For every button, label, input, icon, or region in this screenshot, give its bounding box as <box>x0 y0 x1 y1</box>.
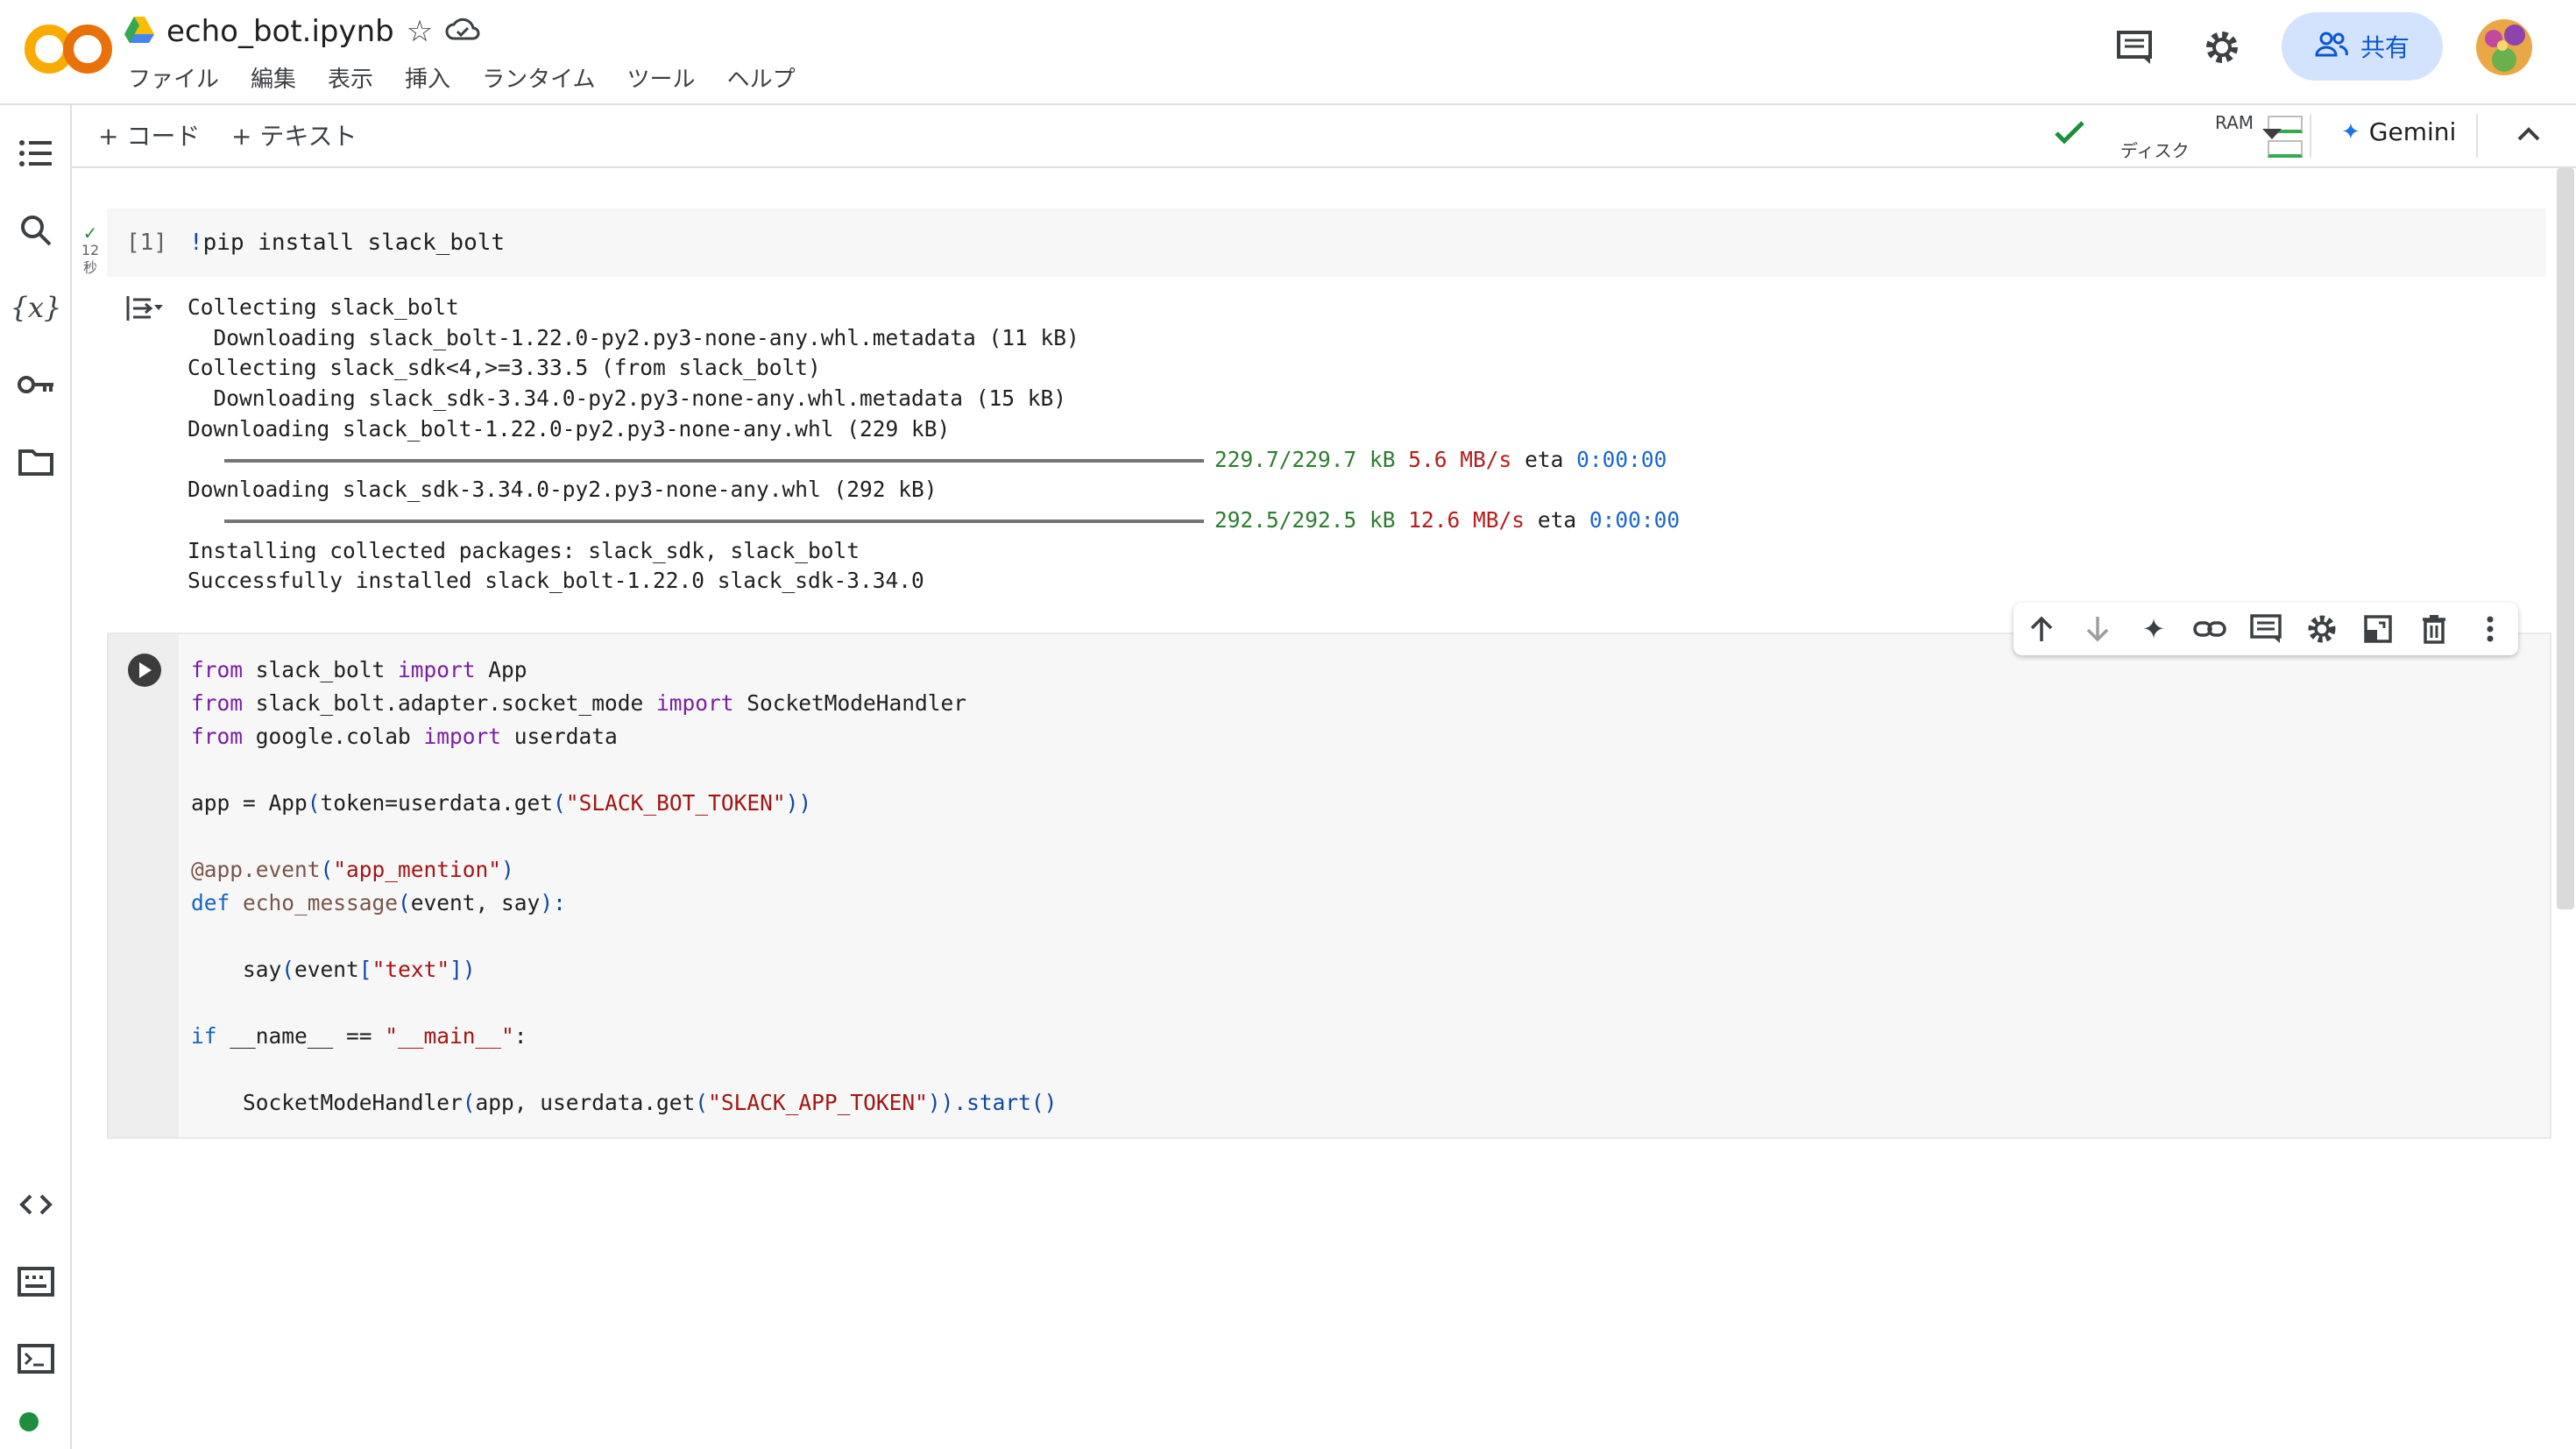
comment-icon[interactable] <box>2110 23 2159 72</box>
ram-label: RAM <box>2215 112 2254 133</box>
progress-speed: 5.6 MB/s <box>1408 446 1512 472</box>
exec-duration-value: 12 <box>81 242 100 258</box>
cloud-saved-icon[interactable] <box>445 18 480 46</box>
gemini-sparkle-icon: ✦ <box>2341 118 2360 145</box>
exec-duration-unit: 秒 <box>82 259 97 276</box>
add-code-cell-button[interactable]: + コード <box>98 117 200 152</box>
terminal-icon[interactable] <box>16 1339 56 1379</box>
vertical-scrollbar[interactable] <box>2557 168 2574 909</box>
code-cell-2[interactable]: from slack_bolt import App from slack_bo… <box>107 633 2551 1139</box>
output-line: Downloading slack_bolt-1.22.0-py2.py3-no… <box>188 324 1079 350</box>
progress-eta-label: eta <box>1525 446 1564 472</box>
comment-icon[interactable] <box>2248 611 2283 647</box>
variables-icon[interactable]: {x} <box>11 287 62 328</box>
cell2-code-editor[interactable]: from slack_bolt import App from slack_bo… <box>191 654 1057 1120</box>
cell1-output: Collecting slack_bolt Downloading slack_… <box>188 293 1680 597</box>
user-avatar[interactable] <box>2476 19 2532 75</box>
command-palette-icon[interactable] <box>16 1262 56 1302</box>
link-icon[interactable] <box>2192 611 2227 647</box>
folder-icon[interactable] <box>16 442 56 482</box>
gemini-label: Gemini <box>2368 117 2457 146</box>
progress-size: 229.7/229.7 kB <box>1214 446 1396 472</box>
runtime-connected-indicator <box>19 1412 39 1431</box>
left-sidebar: {x} <box>0 105 72 1449</box>
check-icon: ✓ <box>82 223 98 244</box>
runtime-dropdown-icon[interactable] <box>2262 128 2282 145</box>
notebook-toolbar: + コード + テキスト RAM ディスク ✦ Gemini <box>72 105 2576 168</box>
collapse-header-chevron-up-icon[interactable] <box>2516 126 2541 145</box>
search-icon[interactable] <box>16 210 56 251</box>
app-header: echo_bot.ipynb ☆ ファイル 編集 表示 挿入 ランタイム ツール… <box>0 0 2576 105</box>
more-options-icon[interactable] <box>2473 611 2508 647</box>
share-button[interactable]: 共有 <box>2282 12 2443 81</box>
share-label: 共有 <box>2360 33 2410 62</box>
output-toggle-icon[interactable] <box>124 293 165 328</box>
runtime-ok-check-icon <box>2054 119 2085 149</box>
cell1-exec-count: [1] <box>126 230 167 256</box>
code-line: @app.event("app_mention") <box>191 857 514 882</box>
code-line: app = App(token=userdata.get("SLACK_BOT_… <box>191 790 812 816</box>
cell1-code[interactable]: !pip install slack_bolt <box>189 230 505 256</box>
secrets-key-icon[interactable] <box>16 364 56 405</box>
code-cell-1[interactable]: [1] !pip install slack_bolt <box>107 209 2546 277</box>
code-line: SocketModeHandler(app, userdata.get("SLA… <box>191 1090 1058 1115</box>
code-line: from google.colab import userdata <box>191 724 618 749</box>
menu-view[interactable]: 表示 <box>328 61 373 94</box>
progress-speed: 12.6 MB/s <box>1408 506 1525 533</box>
download-progress-bar-1 <box>224 458 1204 463</box>
run-cell-button[interactable] <box>128 654 161 687</box>
resource-monitor[interactable]: RAM ディスク <box>2120 112 2366 161</box>
disk-label: ディスク <box>2120 140 2190 161</box>
cell-action-toolbar: ✦ <box>2013 603 2518 655</box>
move-cell-down-icon[interactable] <box>2080 611 2115 647</box>
output-line: Collecting slack_bolt <box>188 294 459 320</box>
settings-gear-icon[interactable] <box>2304 611 2339 647</box>
menu-runtime[interactable]: ランタイム <box>482 61 595 94</box>
settings-gear-icon[interactable] <box>2197 23 2247 72</box>
output-line: Downloading slack_bolt-1.22.0-py2.py3-no… <box>188 415 951 442</box>
gemini-sparkle-icon[interactable]: ✦ <box>2136 611 2171 647</box>
code-line: if __name__ == "__main__": <box>191 1023 527 1049</box>
menu-insert[interactable]: 挿入 <box>405 61 450 94</box>
cell1-code-text: pip install slack_bolt <box>202 230 506 256</box>
toolbar-divider <box>2310 114 2311 158</box>
menu-edit[interactable]: 編集 <box>251 61 296 94</box>
code-line: from slack_bolt import App <box>191 657 527 682</box>
code-line: from slack_bolt.adapter.socket_mode impo… <box>191 690 967 716</box>
code-line: def echo_message(event, say): <box>191 890 566 915</box>
move-cell-up-icon[interactable] <box>2024 611 2059 647</box>
output-line: Installing collected packages: slack_sdk… <box>188 537 860 563</box>
menu-tools[interactable]: ツール <box>627 61 696 94</box>
menu-file[interactable]: ファイル <box>128 61 219 94</box>
add-text-cell-button[interactable]: + テキスト <box>231 117 357 152</box>
output-line: Downloading slack_sdk-3.34.0-py2.py3-non… <box>188 477 938 503</box>
gemini-button[interactable]: ✦ Gemini <box>2341 117 2456 146</box>
delete-trash-icon[interactable] <box>2417 611 2452 647</box>
progress-eta: 0:00:00 <box>1589 506 1681 533</box>
code-line: say(event["text"]) <box>191 957 476 982</box>
colab-logo[interactable] <box>19 18 124 79</box>
people-icon <box>2315 31 2348 63</box>
toolbar-divider <box>2476 114 2478 158</box>
output-line: Successfully installed slack_bolt-1.22.0… <box>188 568 924 594</box>
table-of-contents-icon[interactable] <box>16 133 56 173</box>
download-progress-bar-2 <box>224 519 1204 523</box>
progress-eta: 0:00:00 <box>1576 446 1667 472</box>
progress-size: 292.5/292.5 kB <box>1214 506 1396 533</box>
drive-icon <box>124 17 154 46</box>
star-icon[interactable]: ☆ <box>407 14 433 49</box>
progress-eta-label: eta <box>1537 506 1577 533</box>
output-line: Collecting slack_sdk<4,>=3.33.5 (from sl… <box>188 355 821 381</box>
open-in-tab-icon[interactable] <box>2360 611 2396 647</box>
menu-help[interactable]: ヘルプ <box>727 61 796 94</box>
cell1-exec-status: ✓ 12 秒 <box>77 224 103 277</box>
cell2-gutter <box>109 634 179 1137</box>
output-line: Downloading slack_sdk-3.34.0-py2.py3-non… <box>188 385 1067 412</box>
code-snippets-icon[interactable] <box>16 1184 56 1225</box>
title-row: echo_bot.ipynb ☆ <box>124 12 480 51</box>
menu-bar: ファイル 編集 表示 挿入 ランタイム ツール ヘルプ <box>128 61 827 94</box>
notebook-title[interactable]: echo_bot.ipynb <box>166 14 394 49</box>
